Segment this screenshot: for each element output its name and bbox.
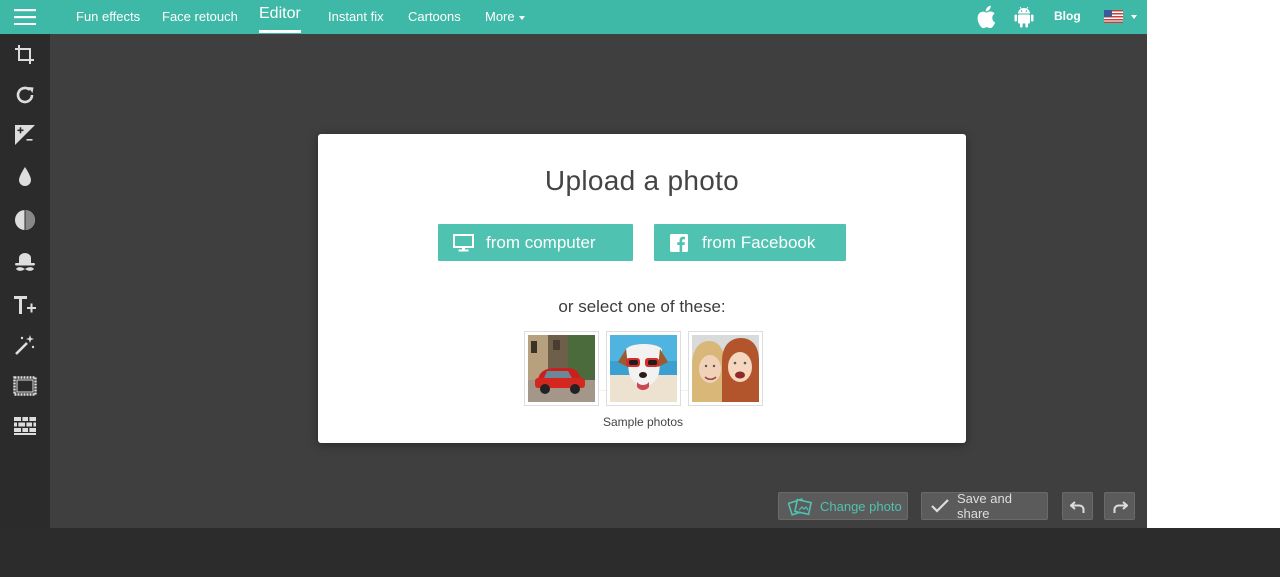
- sample-photo-car[interactable]: [524, 331, 599, 406]
- text-add-icon[interactable]: [10, 290, 40, 320]
- android-icon[interactable]: [1013, 5, 1037, 29]
- redo-button[interactable]: [1104, 492, 1135, 520]
- nav-cartoons[interactable]: Cartoons: [408, 0, 461, 34]
- contrast-icon[interactable]: [10, 205, 40, 235]
- nav-instant-fix[interactable]: Instant fix: [328, 0, 384, 34]
- upload-from-computer-button[interactable]: from computer: [438, 224, 633, 261]
- crop-icon[interactable]: [10, 40, 40, 70]
- nav-more-label: More: [485, 9, 515, 24]
- change-photo-button[interactable]: Change photo: [778, 492, 908, 520]
- change-photo-label: Change photo: [820, 498, 902, 514]
- magic-wand-icon[interactable]: [10, 330, 40, 360]
- top-navbar: Fun effects Face retouch Editor Instant …: [0, 0, 1147, 34]
- color-drop-icon[interactable]: [10, 162, 40, 192]
- facebook-icon: [668, 232, 690, 254]
- monitor-icon: [452, 232, 474, 254]
- undo-button[interactable]: [1062, 492, 1093, 520]
- photos-icon: [788, 496, 812, 516]
- redo-icon: [1113, 501, 1128, 513]
- hamburger-menu-icon[interactable]: [0, 0, 50, 34]
- blog-link[interactable]: Blog: [1054, 0, 1081, 33]
- sample-photo-dog[interactable]: [606, 331, 681, 406]
- tools-sidebar: [0, 34, 50, 528]
- frame-icon[interactable]: [10, 371, 40, 401]
- upload-dialog: Upload a photo from computer from Facebo…: [318, 134, 966, 443]
- texture-icon[interactable]: [10, 411, 40, 441]
- sample-photos-caption: Sample photos: [602, 415, 684, 429]
- checkmark-icon: [931, 498, 949, 514]
- save-and-share-label: Save and share: [957, 491, 1012, 521]
- apple-icon[interactable]: [974, 5, 998, 29]
- two-girls-selfie-thumbnail: [692, 335, 759, 402]
- red-car-thumbnail: [528, 335, 595, 402]
- from-computer-label: from computer: [486, 232, 596, 252]
- bottom-margin: [0, 528, 1280, 577]
- sample-photo-girls[interactable]: [688, 331, 763, 406]
- exposure-icon[interactable]: [10, 120, 40, 150]
- or-select-text: or select one of these:: [558, 297, 726, 316]
- rotate-icon[interactable]: [10, 80, 40, 110]
- dialog-title: Upload a photo: [544, 165, 740, 196]
- nav-fun-effects[interactable]: Fun effects: [76, 0, 140, 34]
- nav-more[interactable]: More: [485, 0, 525, 34]
- language-chevron-icon[interactable]: [1131, 15, 1137, 19]
- mustache-hat-icon[interactable]: [10, 248, 40, 278]
- us-flag-icon[interactable]: [1104, 10, 1123, 23]
- upload-from-facebook-button[interactable]: from Facebook: [654, 224, 846, 261]
- right-margin: [1147, 0, 1280, 528]
- undo-icon: [1069, 501, 1084, 513]
- chevron-down-icon: [518, 15, 525, 20]
- nav-editor[interactable]: Editor: [259, 0, 301, 34]
- save-and-share-button[interactable]: Save and share: [921, 491, 1048, 521]
- nav-face-retouch[interactable]: Face retouch: [162, 0, 238, 34]
- from-facebook-label: from Facebook: [702, 232, 816, 252]
- dog-with-sunglasses-thumbnail: [610, 335, 677, 402]
